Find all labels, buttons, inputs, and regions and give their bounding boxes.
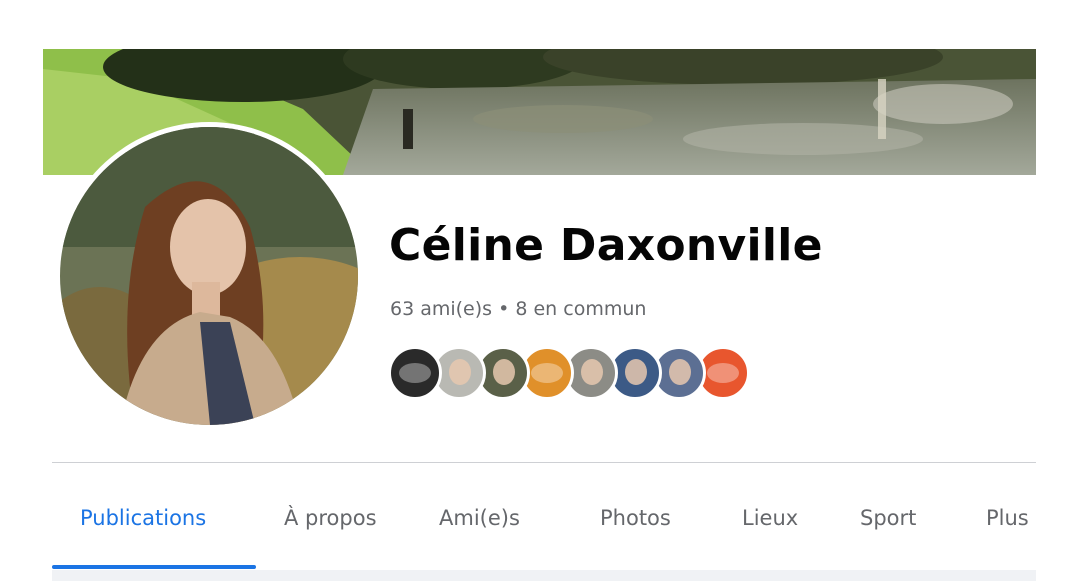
header-divider bbox=[52, 462, 1036, 463]
tab-places[interactable]: Lieux bbox=[742, 506, 798, 530]
friend-avatar-5-image bbox=[581, 359, 603, 385]
profile-tabs: Publications À propos Ami(e)s Photos Lie… bbox=[52, 490, 1036, 570]
friend-avatar-6-image bbox=[625, 359, 647, 385]
friend-avatar-4-image bbox=[531, 363, 563, 383]
friends-count-link[interactable]: 63 ami(e)s • 8 en commun bbox=[390, 298, 646, 320]
tabs-bottom-band bbox=[52, 570, 1036, 581]
friend-avatar-7-image bbox=[669, 359, 691, 385]
profile-picture[interactable] bbox=[55, 122, 363, 430]
friend-avatar-1[interactable] bbox=[388, 346, 442, 400]
tab-more[interactable]: Plus bbox=[986, 506, 1029, 530]
friend-avatar-8-image bbox=[707, 363, 739, 383]
tab-photos[interactable]: Photos bbox=[600, 506, 671, 530]
mutual-friends-avatars bbox=[388, 346, 808, 406]
profile-name: Céline Daxonville bbox=[389, 220, 823, 271]
tab-sport[interactable]: Sport bbox=[860, 506, 916, 530]
friend-avatar-2-image bbox=[449, 359, 471, 385]
tab-friends[interactable]: Ami(e)s bbox=[439, 506, 520, 530]
friend-avatar-3-image bbox=[493, 359, 515, 385]
tab-publications[interactable]: Publications bbox=[80, 506, 206, 530]
tab-about[interactable]: À propos bbox=[284, 506, 377, 530]
friend-avatar-1-image bbox=[399, 363, 431, 383]
active-tab-indicator bbox=[52, 565, 256, 569]
